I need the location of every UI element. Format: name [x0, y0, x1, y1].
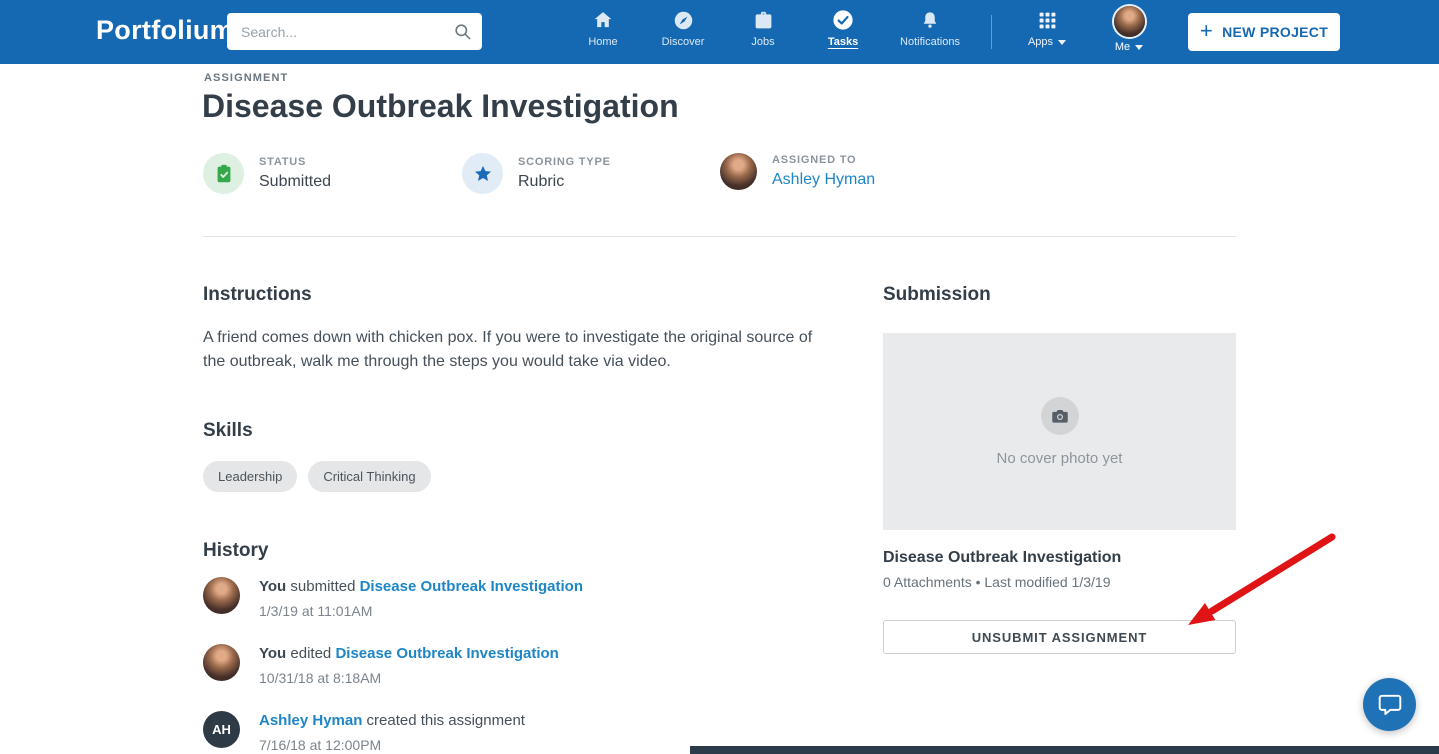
submission-heading: Submission [883, 284, 991, 305]
global-search [227, 13, 482, 50]
nav-item-notifications[interactable]: Notifications [883, 9, 977, 48]
history-item: AH Ashley Hyman created this assignment … [203, 711, 583, 753]
chevron-down-icon [1058, 39, 1067, 45]
avatar [203, 644, 240, 681]
page-title: Disease Outbreak Investigation [202, 88, 679, 124]
nav-label-discover: Discover [661, 36, 705, 48]
assigned-to-meta: ASSIGNED TO Ashley Hyman [720, 153, 875, 190]
instructions-heading: Instructions [203, 284, 312, 305]
skills-heading: Skills [203, 420, 253, 441]
search-input[interactable] [227, 23, 453, 40]
portfolium-logo[interactable]: Portfolium [96, 15, 234, 46]
nav-item-me[interactable]: Me [1104, 6, 1154, 53]
nav-item-apps[interactable]: Apps [1012, 9, 1082, 48]
home-icon [593, 9, 613, 31]
assigned-to-label: ASSIGNED TO [772, 154, 857, 166]
assigned-to-link[interactable]: Ashley Hyman [772, 171, 875, 189]
chat-launcher-button[interactable] [1363, 678, 1416, 731]
nav-label-me: Me [1114, 41, 1131, 53]
briefcase-icon [753, 9, 774, 31]
nav-label-home: Home [588, 36, 618, 48]
chat-bubble-icon [1377, 692, 1403, 718]
nav-label-apps: Apps [1027, 36, 1054, 48]
me-avatar [1113, 6, 1145, 37]
skill-pill[interactable]: Leadership [203, 461, 298, 492]
scoring-meta: SCORING TYPE Rubric [462, 153, 611, 194]
history-timestamp: 1/3/19 at 11:01AM [259, 603, 373, 619]
instructions-body: A friend comes down with chicken pox. If… [203, 329, 813, 370]
cover-photo-placeholder: No cover photo yet [883, 333, 1236, 530]
apps-grid-icon [1038, 9, 1057, 31]
history-actor: You [259, 578, 287, 595]
submission-title: Disease Outbreak Investigation [883, 549, 1122, 566]
section-divider [203, 236, 1236, 237]
history-list: You submitted Disease Outbreak Investiga… [203, 577, 583, 753]
skills-list: Leadership Critical Thinking [203, 461, 431, 492]
status-meta: STATUS Submitted [203, 153, 331, 194]
footer-edge [690, 746, 1439, 754]
nav-item-home[interactable]: Home [563, 9, 643, 48]
top-nav-bar: Portfolium Home Discover [0, 0, 1439, 64]
assignment-eyebrow: ASSIGNMENT [204, 72, 289, 84]
skill-pill[interactable]: Critical Thinking [308, 461, 431, 492]
camera-icon [1040, 396, 1079, 435]
chevron-down-icon [1135, 44, 1144, 50]
history-timestamp: 7/16/18 at 12:00PM [259, 737, 382, 753]
nav-divider [991, 15, 992, 49]
history-action: submitted [286, 578, 360, 595]
scoring-type-value: Rubric [518, 173, 565, 190]
avatar [203, 577, 240, 614]
cover-placeholder-label: No cover photo yet [996, 449, 1123, 467]
nav-item-tasks[interactable]: Tasks [803, 9, 883, 48]
history-item: You edited Disease Outbreak Investigatio… [203, 644, 583, 686]
history-object-link[interactable]: Disease Outbreak Investigation [360, 578, 583, 595]
history-action: created this assignment [362, 712, 525, 729]
primary-nav: Home Discover Jobs Tasks Notifications [563, 9, 977, 48]
status-label: STATUS [259, 156, 307, 168]
nav-label-tasks: Tasks [827, 36, 859, 48]
status-value: Submitted [259, 173, 332, 190]
clipboard-check-icon [203, 153, 244, 194]
history-object-link[interactable]: Disease Outbreak Investigation [335, 645, 558, 662]
submission-meta: 0 Attachments • Last modified 1/3/19 [883, 574, 1111, 590]
scoring-type-label: SCORING TYPE [518, 156, 611, 168]
history-timestamp: 10/31/18 at 8:18AM [259, 670, 382, 686]
history-item: You submitted Disease Outbreak Investiga… [203, 577, 583, 619]
check-circle-icon [832, 9, 854, 31]
nav-item-discover[interactable]: Discover [643, 9, 723, 48]
bell-icon [920, 9, 940, 31]
history-actor: You [259, 645, 287, 662]
nav-item-jobs[interactable]: Jobs [723, 9, 803, 48]
nav-label-jobs: Jobs [751, 36, 775, 48]
history-actor-link[interactable]: Ashley Hyman [259, 712, 362, 729]
history-heading: History [203, 540, 269, 561]
compass-icon [673, 9, 694, 31]
search-icon[interactable] [453, 22, 472, 41]
new-project-button[interactable]: + NEW PROJECT [1188, 13, 1340, 51]
plus-icon: + [1199, 18, 1214, 43]
unsubmit-assignment-button[interactable]: UNSUBMIT ASSIGNMENT [883, 620, 1236, 654]
assigner-avatar [720, 153, 757, 190]
nav-label-notifications: Notifications [900, 36, 960, 48]
star-icon [462, 153, 503, 194]
initials-avatar: AH [203, 711, 240, 748]
page: Portfolium Home Discover [0, 0, 1439, 754]
new-project-label: NEW PROJECT [1222, 24, 1329, 40]
history-action: edited [286, 645, 336, 662]
